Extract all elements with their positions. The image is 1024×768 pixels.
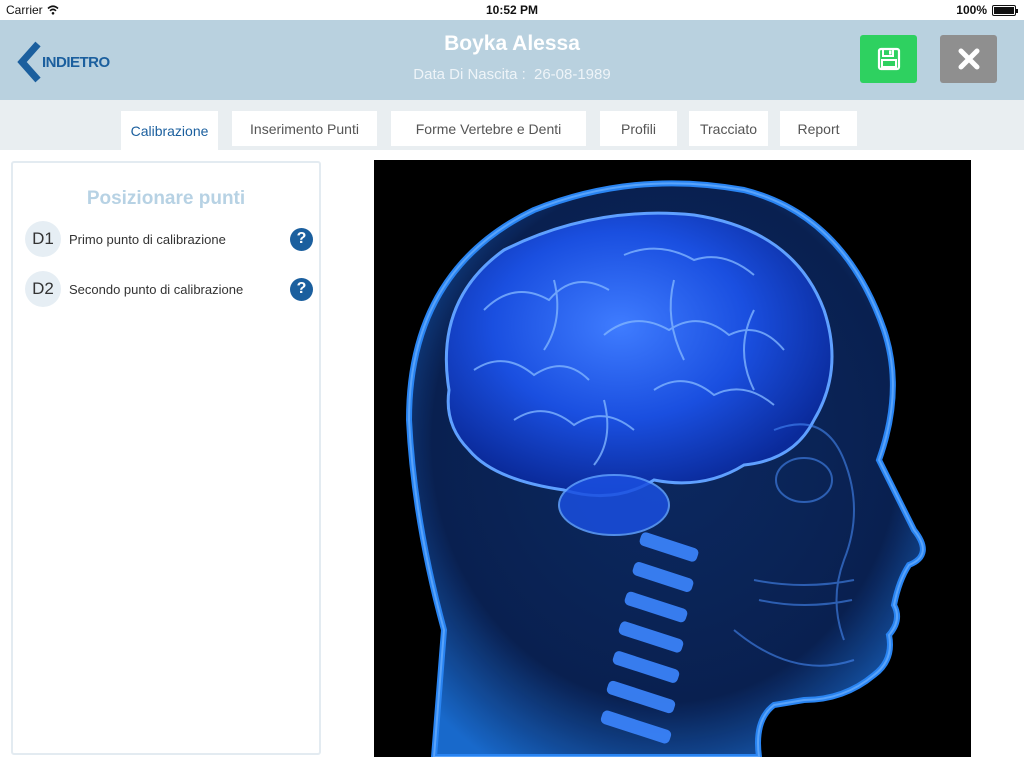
floppy-disk-icon <box>877 47 900 71</box>
point-badge: D2 <box>25 271 61 307</box>
dob-value: 26-08-1989 <box>533 66 611 83</box>
help-icon[interactable]: ? <box>290 227 313 251</box>
tab-calibrazione[interactable]: Calibrazione <box>121 111 218 150</box>
help-icon[interactable]: ? <box>290 277 313 301</box>
clock: 10:52 PM <box>485 3 539 17</box>
close-button[interactable] <box>940 35 997 83</box>
battery-status: 100% <box>956 3 1018 17</box>
tab-profili[interactable]: Profili <box>600 111 677 146</box>
calibration-point-d2[interactable]: D2 Secondo punto di calibrazione ? <box>25 271 315 307</box>
dob-label: Data Di Nascita : <box>413 66 526 83</box>
points-panel: Posizionare punti D1 Primo punto di cali… <box>11 161 321 755</box>
main-content: Posizionare punti D1 Primo punto di cali… <box>0 150 1024 768</box>
point-label: Primo punto di calibrazione <box>69 231 226 247</box>
app-window: Carrier 10:52 PM 100% INDIETRO Boyka Ale… <box>0 0 1024 768</box>
tab-report[interactable]: Report <box>780 111 857 146</box>
point-label: Secondo punto di calibrazione <box>69 281 244 297</box>
battery-percent: 100% <box>956 3 987 17</box>
tab-inserimento-punti[interactable]: Inserimento Punti <box>232 111 377 146</box>
tab-tracciato[interactable]: Tracciato <box>689 111 768 146</box>
xray-head-illustration <box>374 160 971 757</box>
battery-icon <box>992 4 1018 16</box>
patient-header: INDIETRO Boyka Alessa Data Di Nascita : … <box>0 20 1024 100</box>
battery-level <box>994 6 1014 14</box>
tab-bar: Calibrazione Inserimento Punti Forme Ver… <box>0 100 1024 150</box>
point-badge: D1 <box>25 221 61 257</box>
panel-title: Posizionare punti <box>86 188 246 209</box>
status-bar: Carrier 10:52 PM 100% <box>0 0 1024 20</box>
calibration-point-d1[interactable]: D1 Primo punto di calibrazione ? <box>25 221 315 257</box>
tab-forme-vertebre-denti[interactable]: Forme Vertebre e Denti <box>391 111 586 146</box>
save-button[interactable] <box>860 35 917 83</box>
xray-image[interactable] <box>374 160 971 757</box>
close-icon <box>958 48 979 70</box>
